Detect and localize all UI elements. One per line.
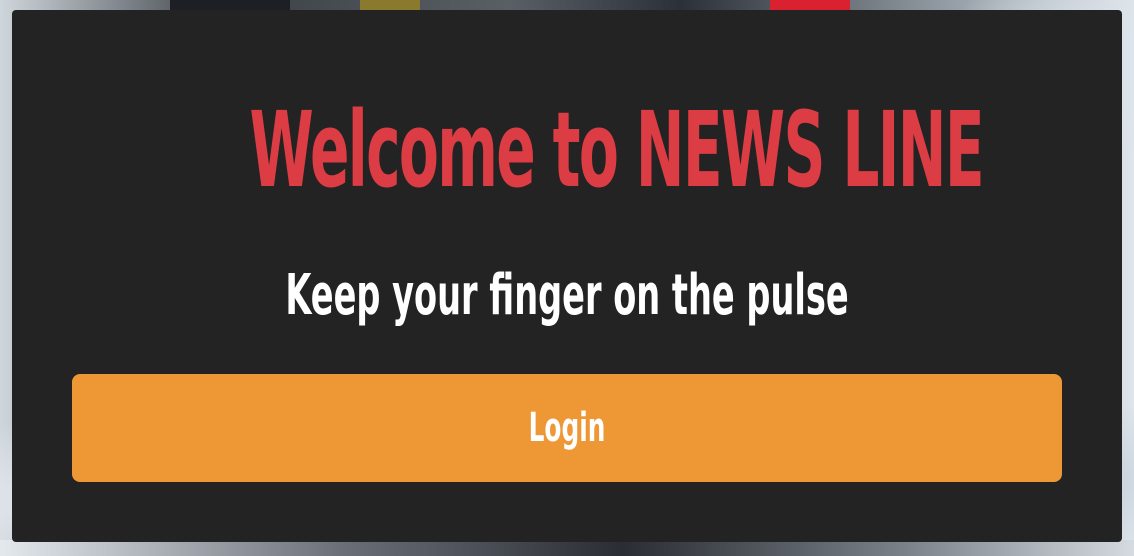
- login-button[interactable]: Login: [72, 374, 1062, 482]
- welcome-title: Welcome to NEWS LINE: [249, 89, 984, 211]
- login-button-label: Login: [528, 405, 606, 451]
- background-photo-bottom: [0, 540, 1134, 556]
- tagline: Keep your finger on the pulse: [285, 263, 849, 328]
